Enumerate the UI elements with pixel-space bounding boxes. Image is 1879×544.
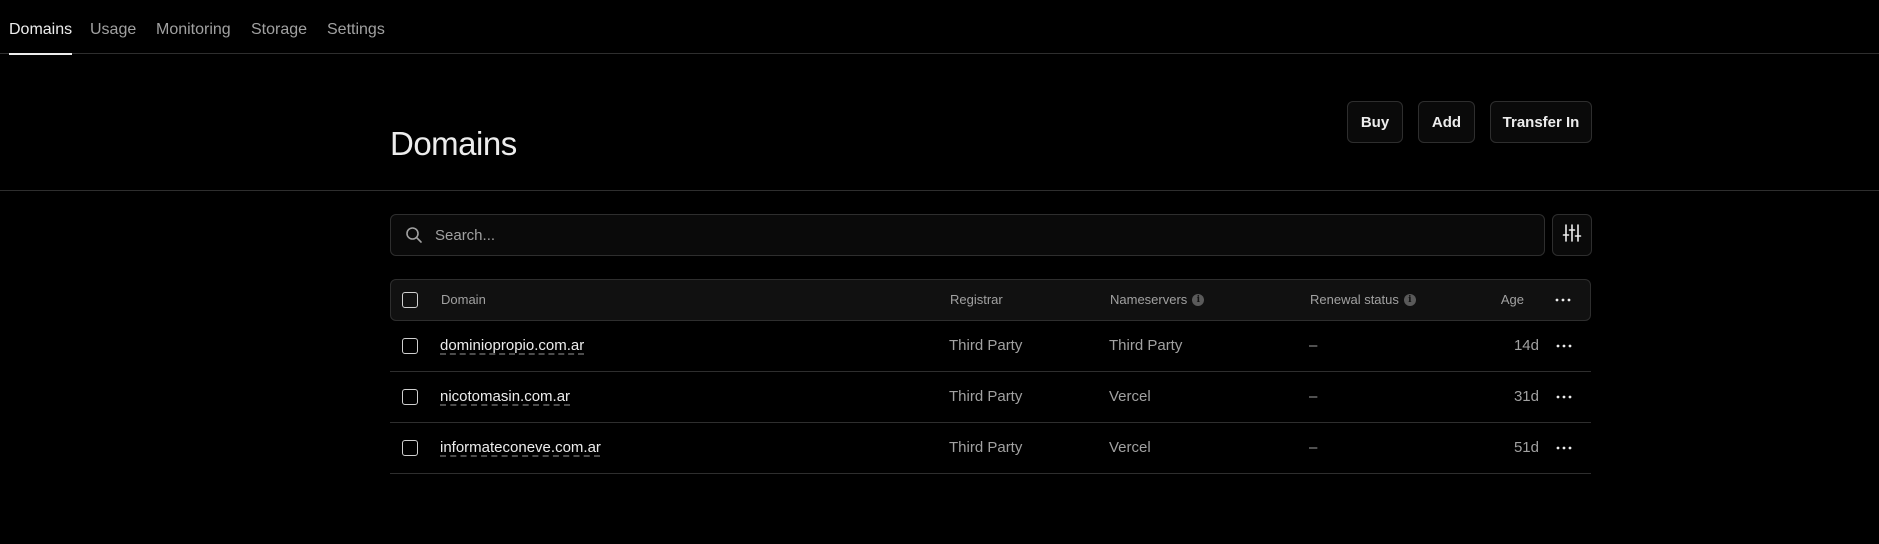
tab-monitoring[interactable]: Monitoring bbox=[156, 0, 231, 54]
tab-settings[interactable]: Settings bbox=[327, 0, 385, 54]
row-checkbox[interactable] bbox=[402, 338, 418, 354]
column-age[interactable]: Age bbox=[1501, 280, 1524, 320]
table-header: Domain Registrar Nameservers i Renewal s… bbox=[390, 279, 1591, 321]
info-icon[interactable]: i bbox=[1192, 294, 1205, 306]
table-row[interactable]: dominiopropio.com.ar Third Party Third P… bbox=[390, 321, 1591, 372]
row-checkbox[interactable] bbox=[402, 440, 418, 456]
ellipsis-icon[interactable] bbox=[1553, 437, 1575, 459]
tab-domains[interactable]: Domains bbox=[9, 0, 73, 55]
registrar-cell: Third Party bbox=[949, 439, 1023, 456]
table-row[interactable]: nicotomasin.com.ar Third Party Vercel – … bbox=[390, 372, 1591, 423]
column-registrar[interactable]: Registrar bbox=[950, 280, 1003, 320]
registrar-cell: Third Party bbox=[949, 388, 1023, 405]
tab-storage[interactable]: Storage bbox=[251, 0, 307, 54]
renewal-status-cell: – bbox=[1309, 388, 1318, 405]
page-title: Domains bbox=[390, 125, 517, 163]
info-icon[interactable]: i bbox=[1403, 294, 1416, 306]
table-row[interactable]: informateconeve.com.ar Third Party Verce… bbox=[390, 423, 1591, 474]
select-all-checkbox[interactable] bbox=[402, 292, 418, 308]
ellipsis-icon[interactable] bbox=[1553, 335, 1575, 357]
renewal-status-cell: – bbox=[1309, 337, 1318, 354]
filter-button[interactable] bbox=[1552, 214, 1592, 256]
nameservers-cell: Third Party bbox=[1109, 337, 1183, 354]
search-bar bbox=[390, 214, 1545, 256]
transfer-in-button[interactable]: Transfer In bbox=[1490, 101, 1592, 143]
header-divider bbox=[0, 190, 1879, 191]
domain-link[interactable]: nicotomasin.com.ar bbox=[440, 372, 570, 422]
renewal-status-cell: – bbox=[1309, 439, 1318, 456]
buy-button[interactable]: Buy bbox=[1347, 101, 1403, 143]
domain-link[interactable]: informateconeve.com.ar bbox=[440, 423, 601, 473]
age-cell: 51d bbox=[1513, 439, 1539, 456]
domains-table: Domain Registrar Nameservers i Renewal s… bbox=[390, 279, 1591, 474]
column-renewal-status-label: Renewal status bbox=[1310, 292, 1399, 307]
top-navigation: Domains Usage Monitoring Storage Setting… bbox=[0, 0, 1879, 55]
column-domain[interactable]: Domain bbox=[441, 280, 486, 320]
nameservers-cell: Vercel bbox=[1109, 439, 1151, 456]
sliders-icon bbox=[1562, 223, 1582, 248]
search-input[interactable] bbox=[433, 215, 1533, 255]
add-button[interactable]: Add bbox=[1418, 101, 1475, 143]
age-cell: 14d bbox=[1513, 337, 1539, 354]
domain-link[interactable]: dominiopropio.com.ar bbox=[440, 321, 584, 371]
search-icon bbox=[405, 226, 423, 244]
column-renewal-status[interactable]: Renewal status i bbox=[1310, 280, 1416, 320]
column-nameservers-label: Nameservers bbox=[1110, 292, 1188, 307]
registrar-cell: Third Party bbox=[949, 337, 1023, 354]
row-checkbox[interactable] bbox=[402, 389, 418, 405]
ellipsis-icon[interactable] bbox=[1553, 386, 1575, 408]
age-cell: 31d bbox=[1513, 388, 1539, 405]
tab-usage[interactable]: Usage bbox=[90, 0, 136, 54]
ellipsis-icon[interactable] bbox=[1552, 289, 1574, 311]
nameservers-cell: Vercel bbox=[1109, 388, 1151, 405]
column-nameservers[interactable]: Nameservers i bbox=[1110, 280, 1205, 320]
